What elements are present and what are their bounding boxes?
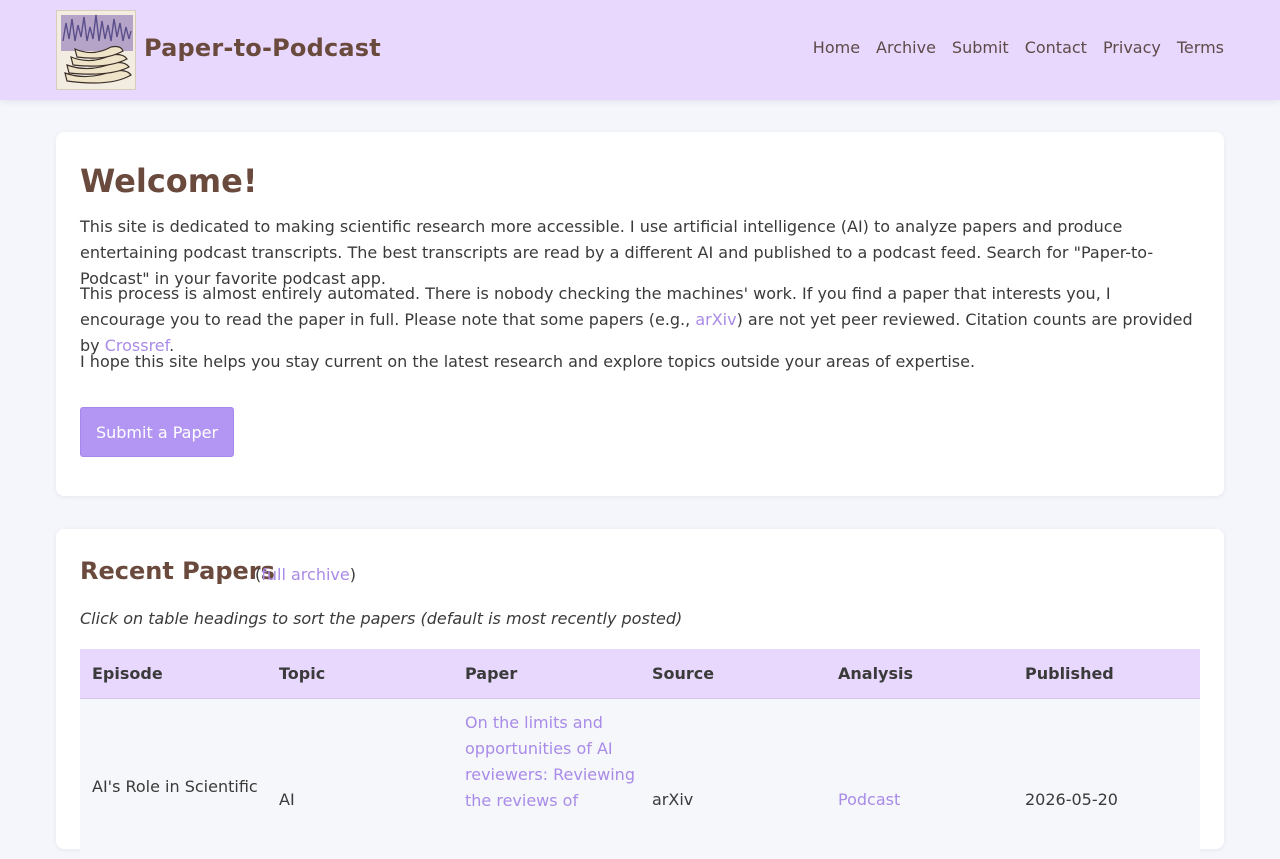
nav-terms[interactable]: Terms xyxy=(1177,38,1224,57)
arxiv-link[interactable]: arXiv xyxy=(695,310,736,329)
paper-stack-logo-icon[interactable] xyxy=(56,10,136,90)
paren-close: ) xyxy=(349,565,356,584)
main-nav: Home Archive Submit Contact Privacy Term… xyxy=(813,38,1224,57)
site-title[interactable]: Paper-to-Podcast xyxy=(144,34,381,62)
cell-topic: AI xyxy=(279,790,295,809)
paper-line: opportunities of AI xyxy=(465,739,613,758)
cell-episode: AI's Role in Scientific xyxy=(92,777,258,796)
welcome-heading: Welcome! xyxy=(80,162,258,200)
cell-published: 2026-05-20 xyxy=(1025,790,1118,809)
paper-line: reviewers: Reviewing xyxy=(465,765,635,784)
submit-paper-button[interactable]: Submit a Paper xyxy=(80,407,234,457)
process-paragraph: This process is almost entirely automate… xyxy=(80,281,1200,359)
paper-line: On the limits and xyxy=(465,713,603,732)
full-archive-wrapper: (full archive) xyxy=(255,565,356,584)
recent-papers-card: Recent Papers (full archive) Click on ta… xyxy=(56,529,1224,859)
nav-archive[interactable]: Archive xyxy=(876,38,936,57)
papers-table-header: Episode Topic Paper Source Analysis Publ… xyxy=(80,649,1200,699)
column-source[interactable]: Source xyxy=(652,664,714,683)
table-row: AI's Role in Scientific AI On the limits… xyxy=(80,699,1200,859)
welcome-card: Welcome! This site is dedicated to makin… xyxy=(56,132,1224,496)
nav-home[interactable]: Home xyxy=(813,38,860,57)
nav-submit[interactable]: Submit xyxy=(952,38,1009,57)
column-published[interactable]: Published xyxy=(1025,664,1114,683)
cell-analysis-link[interactable]: Podcast xyxy=(838,787,900,813)
site-header: Paper-to-Podcast Home Archive Submit Con… xyxy=(0,0,1280,100)
column-episode[interactable]: Episode xyxy=(92,664,163,683)
cell-paper-link[interactable]: On the limits and opportunities of AI revi… xyxy=(465,710,635,814)
recent-papers-heading: Recent Papers xyxy=(80,557,275,585)
nav-privacy[interactable]: Privacy xyxy=(1103,38,1161,57)
column-topic[interactable]: Topic xyxy=(279,664,325,683)
sort-hint: Click on table headings to sort the pape… xyxy=(80,609,683,628)
nav-contact[interactable]: Contact xyxy=(1025,38,1087,57)
hope-paragraph: I hope this site helps you stay current … xyxy=(80,352,976,371)
full-archive-link[interactable]: full archive xyxy=(261,565,349,584)
cell-source: arXiv xyxy=(652,790,694,809)
paper-line: the reviews of xyxy=(465,791,579,810)
column-paper[interactable]: Paper xyxy=(465,664,517,683)
column-analysis[interactable]: Analysis xyxy=(838,664,913,683)
